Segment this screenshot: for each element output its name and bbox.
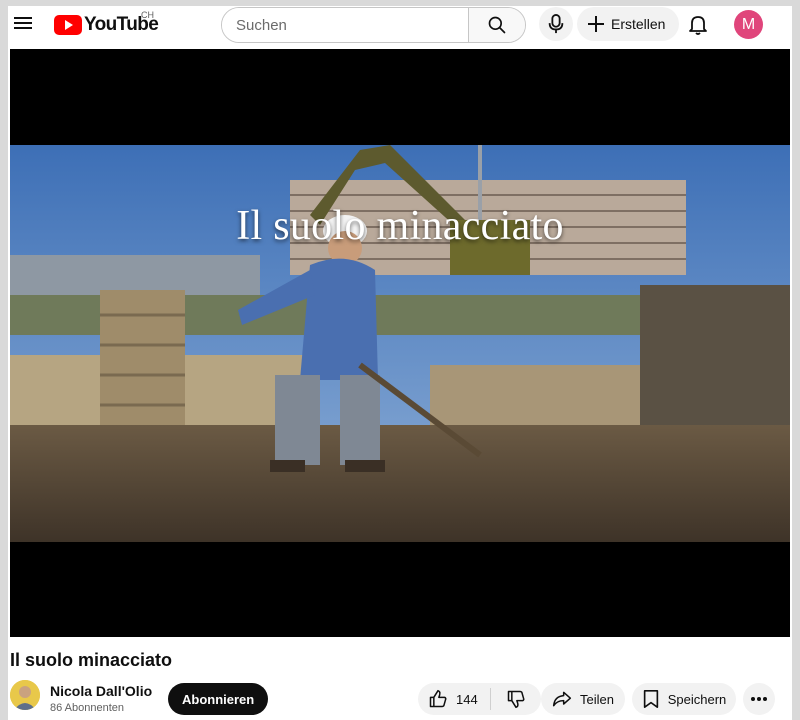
video-player[interactable]: Il suolo minacciato bbox=[10, 49, 790, 637]
account-avatar[interactable]: M bbox=[734, 10, 763, 39]
youtube-logo[interactable]: YouTube CH bbox=[54, 10, 159, 37]
search-button[interactable] bbox=[468, 8, 525, 42]
more-actions-button[interactable] bbox=[743, 683, 775, 715]
dislike-button[interactable] bbox=[491, 683, 541, 715]
video-title: Il suolo minacciato bbox=[10, 650, 173, 670]
share-button[interactable]: Teilen bbox=[541, 683, 625, 715]
plus-icon bbox=[588, 16, 604, 32]
save-button[interactable]: Speichern bbox=[632, 683, 736, 715]
channel-avatar[interactable] bbox=[10, 680, 40, 710]
voice-search-button[interactable] bbox=[539, 7, 573, 41]
thumbs-down-icon bbox=[507, 690, 525, 709]
search-icon bbox=[488, 16, 506, 34]
country-code: CH bbox=[141, 10, 154, 20]
channel-avatar-image bbox=[10, 680, 40, 710]
menu-icon[interactable] bbox=[14, 14, 34, 34]
youtube-window: YouTube CH Erstellen bbox=[8, 6, 792, 720]
search-input[interactable] bbox=[222, 8, 468, 42]
like-dislike-group: 144 bbox=[418, 683, 541, 715]
mic-icon bbox=[548, 14, 564, 34]
bookmark-icon bbox=[643, 690, 658, 708]
share-label: Teilen bbox=[580, 691, 614, 707]
create-button[interactable]: Erstellen bbox=[577, 7, 680, 41]
save-label: Speichern bbox=[667, 691, 727, 707]
top-bar: YouTube CH Erstellen bbox=[8, 6, 792, 44]
search-box bbox=[221, 7, 526, 43]
share-icon bbox=[552, 691, 572, 707]
video-overlay-caption: Il suolo minacciato bbox=[236, 203, 564, 249]
subscribe-button[interactable]: Abonnieren bbox=[168, 683, 269, 715]
youtube-play-icon bbox=[54, 15, 82, 35]
bell-icon[interactable] bbox=[686, 12, 710, 36]
like-button[interactable]: 144 bbox=[418, 683, 490, 715]
channel-name[interactable]: Nicola Dall'Olio bbox=[50, 683, 152, 699]
create-label: Erstellen bbox=[611, 16, 666, 32]
subscriber-count: 86 Abonnenten bbox=[50, 702, 125, 714]
thumbs-up-icon bbox=[429, 689, 447, 708]
more-icon bbox=[751, 697, 767, 701]
like-count: 144 bbox=[456, 691, 478, 707]
